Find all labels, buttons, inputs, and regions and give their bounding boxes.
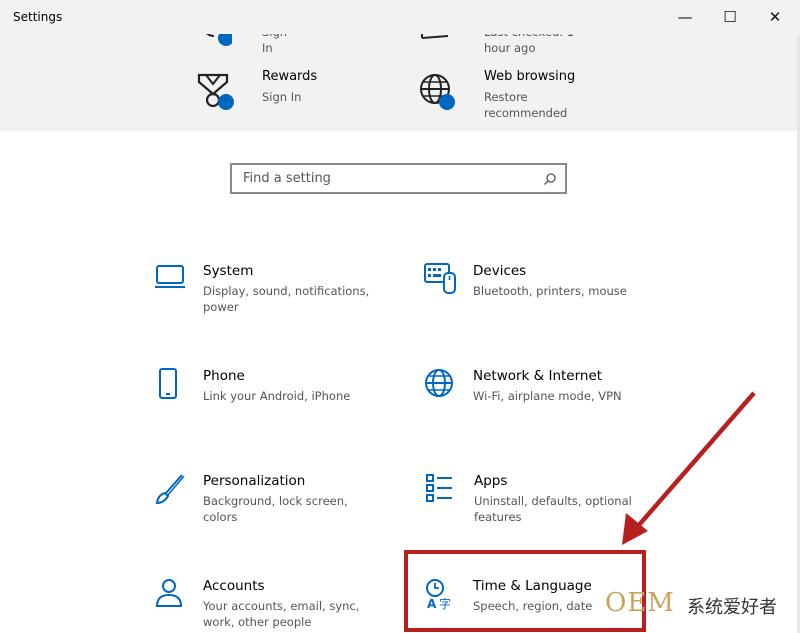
status-title: Rewards — [262, 69, 318, 84]
person-icon — [155, 579, 183, 607]
status-title: Web browsing — [484, 69, 576, 84]
rewards-icon — [197, 73, 234, 110]
apps-icon — [426, 474, 452, 502]
tile-system[interactable]: System Display, sound, notifications, po… — [154, 263, 384, 323]
watermark-cn: 系统爱好者 — [687, 597, 777, 618]
maximize-button[interactable]: ☐ — [716, 6, 744, 28]
arrow-annotation — [622, 391, 756, 545]
status-sub: Restore recommended — [484, 90, 568, 120]
tile-title: Devices — [473, 263, 527, 279]
tile-phone[interactable]: Phone Link your Android, iPhone — [154, 368, 384, 428]
close-button[interactable]: ✕ — [761, 6, 789, 28]
tile-sub: Background, lock screen, colors — [203, 494, 348, 524]
brush-icon — [155, 474, 185, 505]
status-sub: Sign In — [262, 90, 302, 104]
minimize-button[interactable]: — — [671, 6, 699, 28]
globe-icon — [420, 74, 455, 110]
tile-sub: Link your Android, iPhone — [203, 389, 351, 403]
tile-personalization[interactable]: Personalization Background, lock screen,… — [154, 473, 384, 533]
tile-accounts[interactable]: Accounts Your accounts, email, sync, wor… — [154, 578, 384, 633]
title-bar: Settings — ☐ ✕ — [0, 0, 800, 34]
tile-devices[interactable]: Devices Bluetooth, printers, mouse — [424, 263, 654, 323]
window-title: Settings — [13, 10, 63, 24]
search-box[interactable]: Find a setting — [230, 163, 567, 194]
globe-icon — [425, 369, 453, 397]
status-item-rewards[interactable]: Rewards Sign In — [196, 69, 346, 120]
watermark-oem: OEM — [605, 588, 675, 618]
tile-title: Accounts — [203, 578, 265, 594]
search-icon[interactable] — [543, 172, 557, 186]
phone-icon — [159, 368, 177, 399]
tile-title: Network & Internet — [473, 368, 603, 384]
tile-title: Personalization — [203, 473, 306, 489]
status-item-web-browsing[interactable]: Web browsing Restore recommended — [418, 69, 588, 122]
tile-sub: Display, sound, notifications, power — [203, 284, 370, 314]
tile-title: System — [203, 263, 254, 279]
search-input[interactable]: Find a setting — [243, 171, 331, 186]
laptop-icon — [155, 265, 185, 288]
tile-title: Phone — [203, 368, 245, 384]
tile-sub: Your accounts, email, sync, work, other … — [203, 599, 360, 629]
tile-title: Apps — [474, 473, 508, 489]
devices-icon — [424, 263, 456, 294]
tile-sub: Bluetooth, printers, mouse — [473, 284, 627, 298]
status-strip: Sign In Last checked: 1 hour ago Rewards… — [0, 0, 800, 131]
watermark: OEM 系统爱好者 — [600, 585, 800, 625]
